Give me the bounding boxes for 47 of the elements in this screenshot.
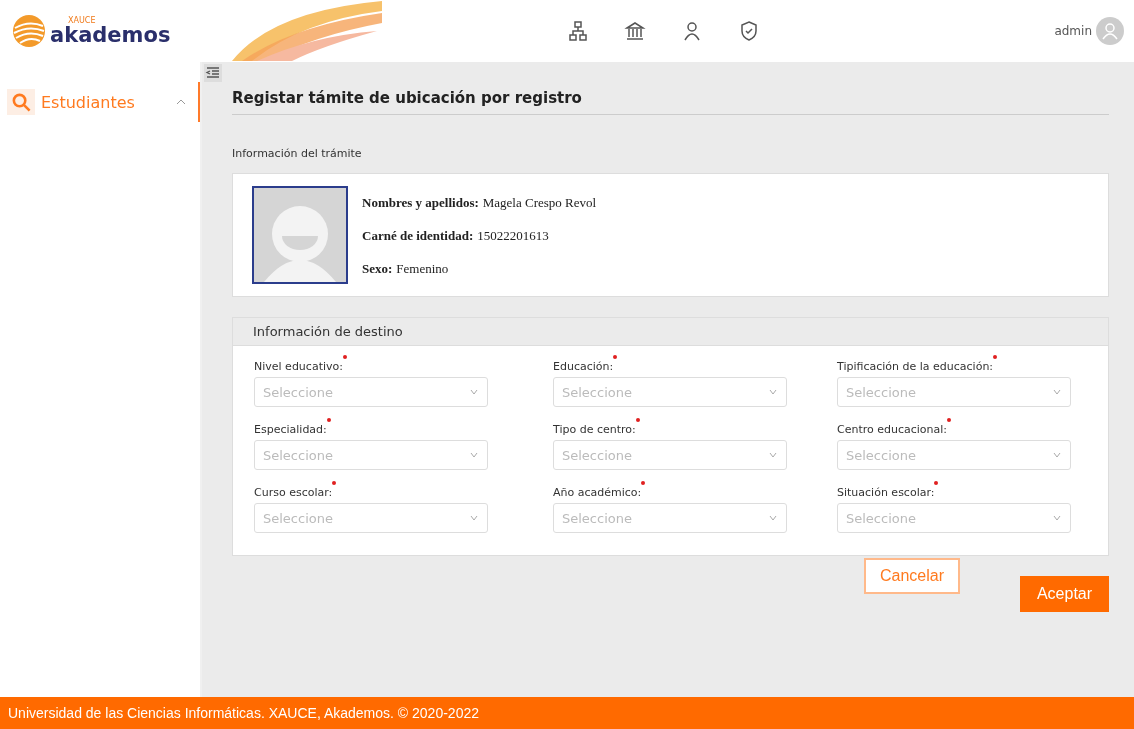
select-field[interactable]: Seleccione: [553, 503, 787, 533]
select-field[interactable]: Seleccione: [254, 503, 488, 533]
chevron-up-icon: [176, 98, 186, 106]
field-label: Situación escolar:: [837, 486, 935, 499]
logo-text: akademos: [50, 24, 171, 46]
info-line: Sexo: Femenino: [362, 261, 450, 277]
user-name: admin: [1054, 24, 1092, 38]
info-line: Nombres y apellidos: Magela Crespo Revol: [362, 195, 597, 211]
select-field[interactable]: Seleccione: [837, 440, 1071, 470]
chevron-down-icon: [1053, 515, 1061, 521]
select-field[interactable]: Seleccione: [837, 377, 1071, 407]
chevron-down-icon: [769, 515, 777, 521]
field-label: Especialidad:: [254, 423, 327, 436]
logo-tagline: XAUCE: [68, 16, 97, 25]
info-line: Carné de identidad: 15022201613: [362, 228, 550, 244]
section-label: Información del trámite: [232, 147, 363, 160]
field-label: Año académico:: [553, 486, 642, 499]
bank-icon[interactable]: [624, 20, 646, 42]
select-field[interactable]: Seleccione: [553, 377, 787, 407]
cancel-button[interactable]: Cancelar: [864, 558, 960, 594]
field-label: Curso escolar:: [254, 486, 333, 499]
chevron-down-icon: [470, 515, 478, 521]
chevron-down-icon: [470, 389, 478, 395]
select-field[interactable]: Seleccione: [553, 440, 787, 470]
logo-icon: [12, 14, 46, 48]
field-label: Educación:: [553, 360, 614, 373]
page-title: Registar támite de ubicación por registro: [232, 89, 1109, 115]
shield-check-icon[interactable]: [738, 20, 760, 42]
select-field[interactable]: Seleccione: [254, 440, 488, 470]
hierarchy-icon[interactable]: [567, 20, 589, 42]
chevron-down-icon: [1053, 452, 1061, 458]
select-field[interactable]: Seleccione: [254, 377, 488, 407]
field-label: Nivel educativo:: [254, 360, 343, 373]
select-field[interactable]: Seleccione: [837, 503, 1071, 533]
chevron-down-icon: [1053, 389, 1061, 395]
field-label: Tipo de centro:: [553, 423, 636, 436]
accept-button[interactable]: Aceptar: [1020, 576, 1109, 612]
footer-text: Universidad de las Ciencias Informáticas. XAUCE, Akademos. © 2020-2022: [0, 697, 1134, 729]
user-icon[interactable]: [681, 20, 703, 42]
chevron-down-icon: [769, 452, 777, 458]
field-label: Tipificación de la educación:: [837, 360, 994, 373]
panel-title: Información de destino: [233, 318, 1108, 346]
chevron-down-icon: [470, 452, 478, 458]
chevron-down-icon: [769, 389, 777, 395]
collapse-menu-icon[interactable]: [204, 64, 222, 82]
field-label: Centro educacional:: [837, 423, 948, 436]
search-icon: [7, 89, 35, 115]
